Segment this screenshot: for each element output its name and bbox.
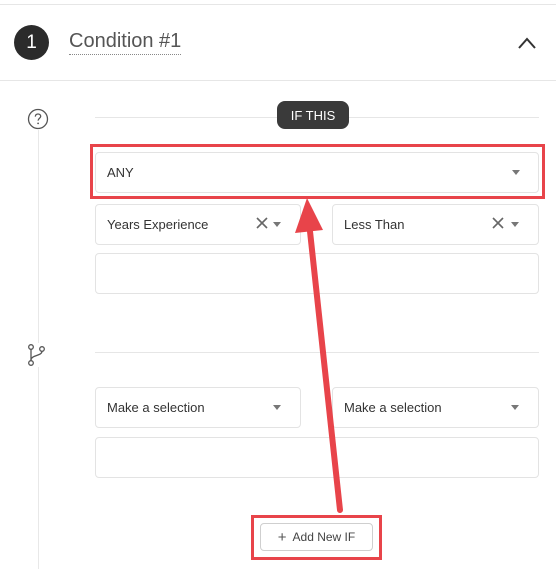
annotation-arrow	[295, 198, 343, 513]
